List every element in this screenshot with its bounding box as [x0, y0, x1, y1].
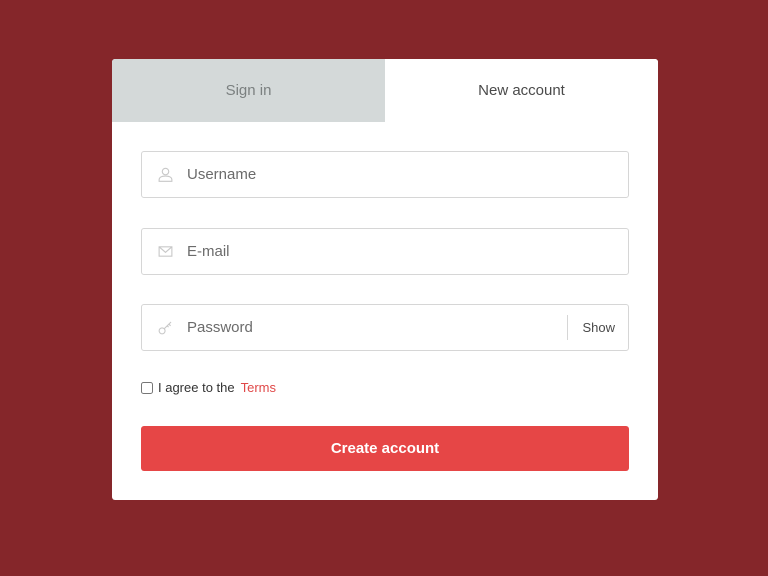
username-field: [141, 151, 629, 198]
mail-icon: [156, 243, 174, 261]
user-icon: [156, 166, 174, 184]
agree-label: I agree to the: [158, 380, 235, 395]
signup-card: Sign in New account Show: [112, 59, 658, 500]
tab-sign-in[interactable]: Sign in: [112, 59, 385, 122]
password-input[interactable]: [187, 305, 568, 350]
tab-new-account[interactable]: New account: [385, 59, 658, 122]
terms-checkbox[interactable]: [141, 381, 153, 394]
password-field: Show: [141, 304, 629, 351]
terms-agreement: I agree to the Terms: [141, 380, 276, 395]
create-account-button[interactable]: Create account: [141, 426, 629, 471]
show-password-button[interactable]: Show: [567, 315, 628, 340]
terms-link[interactable]: Terms: [241, 380, 276, 395]
auth-tabs: Sign in New account: [112, 59, 658, 122]
email-input[interactable]: [187, 229, 628, 274]
key-icon: [156, 319, 174, 337]
email-field: [141, 228, 629, 275]
username-input[interactable]: [187, 152, 628, 197]
